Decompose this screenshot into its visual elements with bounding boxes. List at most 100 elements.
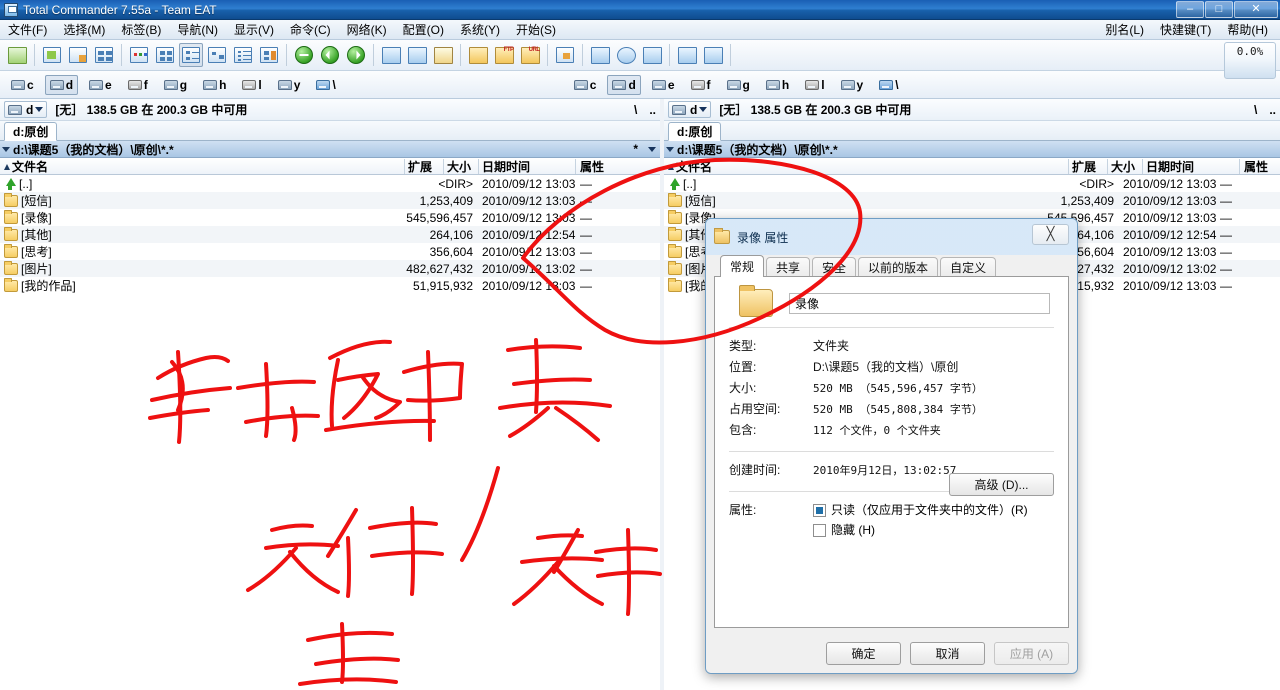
right-root-marker[interactable]: \ xyxy=(1254,103,1257,117)
drive-button-c-left[interactable]: c xyxy=(6,75,39,95)
readonly-checkbox[interactable] xyxy=(813,503,826,517)
tab-previous-versions[interactable]: 以前的版本 xyxy=(858,257,939,277)
panel-split-icon[interactable] xyxy=(66,43,90,67)
sync-icon[interactable] xyxy=(614,43,638,67)
menu-start[interactable]: 开始(S) xyxy=(508,20,564,39)
next-icon[interactable] xyxy=(344,43,368,67)
menu-view[interactable]: 显示(V) xyxy=(226,20,282,39)
menu-configuration[interactable]: 配置(O) xyxy=(395,20,452,39)
back-icon[interactable] xyxy=(292,43,316,67)
left-drive-selector[interactable]: d xyxy=(4,101,48,118)
left-col-ext[interactable]: 扩展 xyxy=(408,158,432,175)
left-col-date[interactable]: 日期时间 xyxy=(482,158,530,175)
ftp-icon[interactable]: FTP xyxy=(492,43,516,67)
dialog-close-button[interactable]: ╳ xyxy=(1032,224,1069,245)
drive-button-f-right[interactable]: f xyxy=(686,75,716,95)
drive-button-e-right[interactable]: e xyxy=(647,75,680,95)
menu-network[interactable]: 网络(K) xyxy=(339,20,395,39)
left-tab-active[interactable]: d:原创 xyxy=(4,122,58,141)
table-row[interactable]: [短信] 1,253,409 2010/09/12 13:03 — xyxy=(664,192,1280,209)
window-controls[interactable]: – □ ✕ xyxy=(1176,1,1278,18)
refresh-icon[interactable] xyxy=(5,43,29,67)
drive-button-network-left[interactable]: \ xyxy=(311,75,340,95)
right-col-size[interactable]: 大小 xyxy=(1111,158,1135,175)
prev-icon[interactable] xyxy=(318,43,342,67)
right-col-date[interactable]: 日期时间 xyxy=(1146,158,1194,175)
view-thumbnails-icon[interactable] xyxy=(127,43,151,67)
left-filter-star[interactable]: * xyxy=(633,142,638,156)
table-row[interactable]: [..] <DIR> 2010/09/12 13:03 — xyxy=(0,175,660,192)
apply-button[interactable]: 应用 (A) xyxy=(994,642,1069,665)
drive-button-c-right[interactable]: c xyxy=(569,75,602,95)
drive-button-y-right[interactable]: y xyxy=(836,75,869,95)
pack-icon[interactable] xyxy=(466,43,490,67)
tab-security[interactable]: 安全 xyxy=(812,257,857,277)
view-tree-icon[interactable] xyxy=(205,43,229,67)
cancel-button[interactable]: 取消 xyxy=(910,642,985,665)
left-path-bar[interactable]: d:\课题5（我的文档）\原创\*.* * xyxy=(0,141,660,158)
readonly-checkbox-row[interactable]: 只读（仅应用于文件夹中的文件）(R) xyxy=(813,500,1054,520)
view-list-icon[interactable] xyxy=(179,43,203,67)
drive-button-l-left[interactable]: l xyxy=(237,75,266,95)
tab-sharing[interactable]: 共享 xyxy=(766,257,811,277)
right-col-name[interactable]: 文件名 xyxy=(668,158,712,175)
calculator-icon[interactable] xyxy=(701,43,725,67)
drive-button-d-left[interactable]: d xyxy=(44,74,79,95)
table-row[interactable]: [我的作品] 51,915,932 2010/09/12 13:03 — xyxy=(0,277,660,294)
drive-button-g-right[interactable]: g xyxy=(722,75,755,95)
drive-button-g-left[interactable]: g xyxy=(159,75,192,95)
table-row[interactable]: [..] <DIR> 2010/09/12 13:03 — xyxy=(664,175,1280,192)
view-window-icon[interactable] xyxy=(40,43,64,67)
folder-name-input[interactable]: 录像 xyxy=(789,292,1050,314)
menu-tabs[interactable]: 标签(B) xyxy=(113,20,169,39)
advanced-button[interactable]: 高级 (D)... xyxy=(949,473,1054,496)
table-row[interactable]: [其他] 264,106 2010/09/12 12:54 — xyxy=(0,226,660,243)
left-root-marker[interactable]: \ xyxy=(634,103,637,117)
drive-button-h-left[interactable]: h xyxy=(198,75,231,95)
left-col-name[interactable]: 文件名 xyxy=(4,158,48,175)
left-col-size[interactable]: 大小 xyxy=(447,158,471,175)
menu-navigate[interactable]: 导航(N) xyxy=(169,20,226,39)
drive-button-h-right[interactable]: h xyxy=(761,75,794,95)
view-custom-icon[interactable] xyxy=(257,43,281,67)
drive-button-d-right[interactable]: d xyxy=(607,74,641,95)
network-icon[interactable] xyxy=(588,43,612,67)
right-tab-active[interactable]: d:原创 xyxy=(668,122,722,141)
chevron-down-icon[interactable] xyxy=(35,107,44,112)
ok-button[interactable]: 确定 xyxy=(826,642,901,665)
left-col-attr[interactable]: 属性 xyxy=(580,158,604,175)
drive-button-y-left[interactable]: y xyxy=(273,75,306,95)
panel-tiles-icon[interactable] xyxy=(92,43,116,67)
right-updir-marker[interactable]: .. xyxy=(1269,103,1276,117)
table-row[interactable]: [短信] 1,253,409 2010/09/12 13:03 — xyxy=(0,192,660,209)
chevron-down-icon[interactable] xyxy=(648,146,656,152)
drive-button-l-right[interactable]: l xyxy=(800,75,829,95)
close-button[interactable]: ✕ xyxy=(1234,1,1278,18)
share-icon[interactable] xyxy=(640,43,664,67)
minimize-button[interactable]: – xyxy=(1176,1,1204,18)
tab-general[interactable]: 常规 xyxy=(720,255,765,277)
menu-commands[interactable]: 命令(C) xyxy=(282,20,339,39)
menu-help[interactable]: 帮助(H) xyxy=(1219,20,1276,39)
menu-aliases[interactable]: 别名(L) xyxy=(1097,20,1152,39)
url-icon[interactable]: URL xyxy=(518,43,542,67)
view-icons-icon[interactable] xyxy=(153,43,177,67)
table-row[interactable]: [图片] 482,627,432 2010/09/12 13:02 — xyxy=(0,260,660,277)
right-col-ext[interactable]: 扩展 xyxy=(1072,158,1096,175)
left-file-list[interactable]: [..] <DIR> 2010/09/12 13:03 — [短信] 1,253… xyxy=(0,175,660,294)
menu-select[interactable]: 选择(M) xyxy=(55,20,113,39)
right-drive-selector[interactable]: d xyxy=(668,101,712,118)
search-icon[interactable] xyxy=(379,43,403,67)
compare-icon[interactable] xyxy=(405,43,429,67)
table-row[interactable]: [录像] 545,596,457 2010/09/12 13:03 — xyxy=(0,209,660,226)
hidden-checkbox-row[interactable]: 隐藏 (H) xyxy=(813,520,1054,540)
table-row[interactable]: [思考] 356,604 2010/09/12 13:03 — xyxy=(0,243,660,260)
hidden-checkbox[interactable] xyxy=(813,523,826,537)
menu-hotkeys[interactable]: 快建键(T) xyxy=(1152,20,1219,39)
bookmark-icon[interactable] xyxy=(553,43,577,67)
right-col-attr[interactable]: 属性 xyxy=(1244,158,1268,175)
left-updir-marker[interactable]: .. xyxy=(649,103,656,117)
chevron-down-icon[interactable] xyxy=(699,107,708,112)
drive-button-f-left[interactable]: f xyxy=(123,75,153,95)
menu-file[interactable]: 文件(F) xyxy=(0,20,55,39)
